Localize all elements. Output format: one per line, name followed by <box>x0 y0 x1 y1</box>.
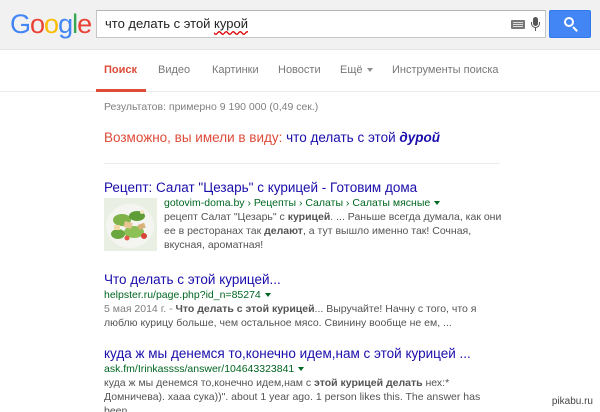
tab-news[interactable]: Новости <box>278 64 321 76</box>
logo-letter: o <box>30 9 45 39</box>
result-snippet: 5 мая 2014 г. - Что делать с этой курице… <box>104 302 504 330</box>
snippet-highlight: этой курицей делать <box>314 377 423 389</box>
suggestion-link[interactable]: что делать с этой дурой <box>286 130 440 145</box>
keyboard-icon[interactable] <box>511 20 525 29</box>
search-result: Что делать с этой курицей... helpster.ru… <box>104 272 504 330</box>
watermark: pikabu.ru <box>548 395 596 408</box>
logo-letter: G <box>10 9 31 39</box>
result-title[interactable]: Рецепт: Салат "Цезарь" с курицей - Готов… <box>104 180 504 196</box>
suggestion-label: Возможно, вы имели в виду: <box>104 130 283 145</box>
result-title[interactable]: куда ж мы денемся то,конечно идем,нам с … <box>104 346 504 362</box>
tab-more[interactable]: Ещё <box>340 64 373 76</box>
query-text: что делать с этой <box>105 16 215 31</box>
chevron-down-icon[interactable] <box>434 201 441 206</box>
result-title[interactable]: Что делать с этой курицей... <box>104 272 504 288</box>
result-url-text: ask.fm/Irinkassss/answer/104643323841 <box>104 363 295 375</box>
search-button[interactable] <box>549 10 591 38</box>
snippet-highlight: делают <box>264 225 303 237</box>
result-thumbnail[interactable] <box>104 198 157 251</box>
microphone-icon[interactable] <box>531 17 540 31</box>
spelling-suggestion: Возможно, вы имели в виду: что делать с … <box>104 130 440 145</box>
top-bar: Google что делать с этой курой <box>0 0 600 50</box>
tab-search[interactable]: Поиск <box>104 64 137 76</box>
search-result: куда ж мы денемся то,конечно идем,нам с … <box>104 346 504 412</box>
query-misspelled-word: курой <box>214 16 248 31</box>
search-tabs: Поиск Видео Картинки Новости Ещё Инструм… <box>0 50 600 92</box>
snippet-part: куда ж мы денемся то,конечно идем,нам с <box>104 377 315 389</box>
search-query: что делать с этой курой <box>105 16 248 31</box>
divider <box>104 163 500 164</box>
snippet-highlight: курицей <box>287 211 331 223</box>
result-stats: Результатов: примерно 9 190 000 (0,49 се… <box>104 101 319 113</box>
google-logo[interactable]: Google <box>10 9 92 39</box>
snippet-highlight: Что делать с этой курицей <box>175 303 315 315</box>
search-icon <box>564 17 574 27</box>
tab-search-tools[interactable]: Инструменты поиска <box>392 64 499 76</box>
chevron-down-icon[interactable] <box>264 293 271 298</box>
result-url[interactable]: gotovim-doma.by › Рецепты › Салаты › Сал… <box>164 197 504 210</box>
tab-more-label: Ещё <box>340 64 363 76</box>
result-url-text: helpster.ru/page.php?id_n=85274 <box>104 289 261 301</box>
result-url[interactable]: ask.fm/Irinkassss/answer/104643323841 <box>104 363 504 376</box>
chevron-down-icon[interactable] <box>298 367 305 372</box>
search-input[interactable]: что делать с этой курой <box>96 10 546 38</box>
result-snippet: рецепт Салат "Цезарь" с курицей. ... Ран… <box>164 210 504 252</box>
snippet-part: рецепт Салат "Цезарь" с <box>164 211 288 223</box>
tab-images[interactable]: Картинки <box>212 64 259 76</box>
result-url[interactable]: helpster.ru/page.php?id_n=85274 <box>104 289 504 302</box>
tab-video[interactable]: Видео <box>158 64 190 76</box>
suggestion-text: что делать с этой <box>286 130 396 145</box>
result-date: 5 мая 2014 г. - <box>104 303 173 315</box>
logo-letter: e <box>77 9 92 39</box>
search-result: Рецепт: Салат "Цезарь" с курицей - Готов… <box>104 180 504 252</box>
chevron-down-icon <box>366 68 373 73</box>
result-url-text: gotovim-doma.by › Рецепты › Салаты › Сал… <box>164 197 431 209</box>
result-snippet: куда ж мы денемся то,конечно идем,нам с … <box>104 376 504 412</box>
active-tab-indicator <box>96 89 146 92</box>
logo-letter: g <box>58 9 73 39</box>
suggestion-bold: дурой <box>399 130 440 145</box>
logo-letter: o <box>44 9 59 39</box>
